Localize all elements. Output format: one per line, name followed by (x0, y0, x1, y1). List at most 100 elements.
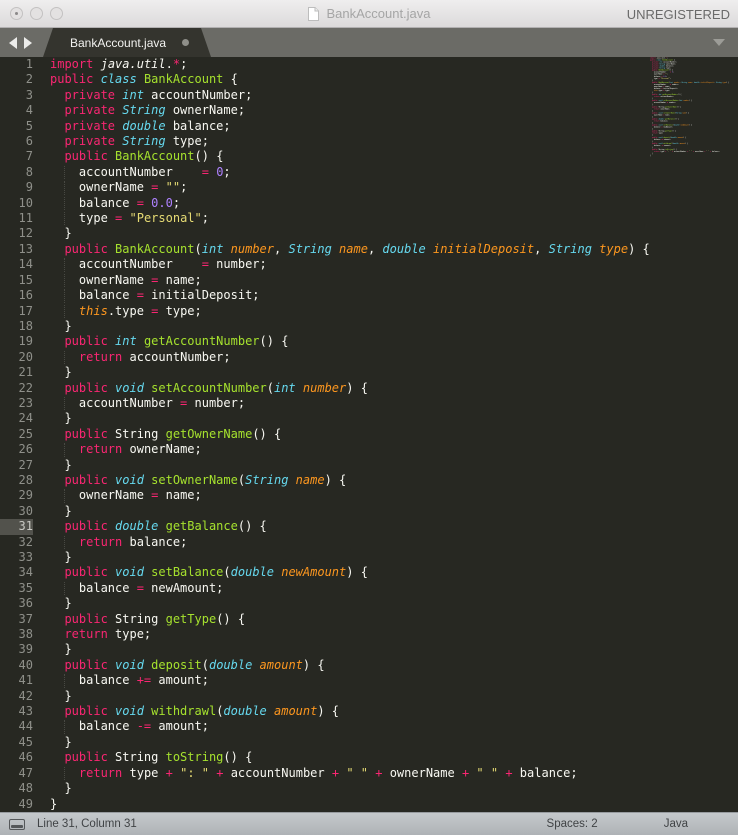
line-number[interactable]: 4 (0, 103, 33, 118)
code-line[interactable]: public void deposit(double amount) { (50, 658, 738, 673)
line-number[interactable]: 46 (0, 750, 33, 765)
code-line[interactable]: return type; (50, 627, 738, 642)
code-line[interactable]: } (50, 504, 738, 519)
line-number[interactable]: 45 (0, 735, 33, 750)
line-number[interactable]: 44 (0, 719, 33, 734)
code-line[interactable]: public void setAccountNumber(int number)… (50, 381, 738, 396)
minimap[interactable]: import java.util.*; public class BankAcco… (650, 57, 738, 812)
line-number[interactable]: 7 (0, 149, 33, 164)
code-line[interactable]: public String getOwnerName() { (50, 427, 738, 442)
line-number[interactable]: 49 (0, 797, 33, 812)
code-line[interactable]: this.type = type; (50, 304, 738, 319)
code-line[interactable]: accountNumber = number; (50, 257, 738, 272)
code-line[interactable]: public void setBalance(double newAmount)… (50, 565, 738, 580)
line-number[interactable]: 30 (0, 504, 33, 519)
back-arrow-icon[interactable] (9, 36, 17, 49)
tab-list-dropdown-icon[interactable] (713, 39, 725, 46)
line-number[interactable]: 41 (0, 673, 33, 688)
zoom-button[interactable] (50, 7, 63, 20)
code-line[interactable]: } (50, 689, 738, 704)
code-line[interactable]: import java.util.*; (50, 57, 738, 72)
code-line[interactable]: balance = initialDeposit; (50, 288, 738, 303)
close-button[interactable] (10, 7, 23, 20)
code-line[interactable]: public int getAccountNumber() { (50, 334, 738, 349)
line-number[interactable]: 14 (0, 257, 33, 272)
line-number[interactable]: 28 (0, 473, 33, 488)
line-number[interactable]: 43 (0, 704, 33, 719)
code-line[interactable]: } (50, 411, 738, 426)
line-number[interactable]: 25 (0, 427, 33, 442)
code-view[interactable]: import java.util.*; public class BankAcco… (42, 57, 738, 812)
line-number[interactable]: 47 (0, 766, 33, 781)
line-number[interactable]: 15 (0, 273, 33, 288)
line-number[interactable]: 5 (0, 119, 33, 134)
line-number[interactable]: 40 (0, 658, 33, 673)
line-number[interactable]: 6 (0, 134, 33, 149)
code-line[interactable]: return type + ": " + accountNumber + " "… (50, 766, 738, 781)
line-number[interactable]: 31 (0, 519, 33, 535)
line-number[interactable]: 3 (0, 88, 33, 103)
line-number[interactable]: 13 (0, 242, 33, 257)
code-line[interactable]: ownerName = ""; (50, 180, 738, 195)
line-number[interactable]: 36 (0, 596, 33, 611)
line-number[interactable]: 29 (0, 488, 33, 503)
line-number[interactable]: 18 (0, 319, 33, 334)
line-number[interactable]: 39 (0, 642, 33, 657)
code-line[interactable]: private int accountNumber; (50, 88, 738, 103)
line-number[interactable]: 27 (0, 458, 33, 473)
code-line[interactable]: } (50, 226, 738, 241)
code-line[interactable]: private String type; (50, 134, 738, 149)
line-number[interactable]: 26 (0, 442, 33, 457)
line-number[interactable]: 9 (0, 180, 33, 195)
syntax-mode[interactable]: Java (664, 818, 688, 830)
line-number[interactable]: 2 (0, 72, 33, 87)
code-line[interactable]: } (50, 797, 738, 812)
code-line[interactable]: balance -= amount; (50, 719, 738, 734)
code-line[interactable]: balance = newAmount; (50, 581, 738, 596)
code-line[interactable]: public void withdrawl(double amount) { (50, 704, 738, 719)
code-line[interactable]: public void setOwnerName(String name) { (50, 473, 738, 488)
code-line[interactable]: } (50, 365, 738, 380)
code-line[interactable]: } (50, 781, 738, 796)
code-line[interactable]: } (50, 319, 738, 334)
code-line[interactable]: public String toString() { (50, 750, 738, 765)
line-number[interactable]: 16 (0, 288, 33, 303)
line-number[interactable]: 48 (0, 781, 33, 796)
code-line[interactable]: } (50, 596, 738, 611)
code-line[interactable]: private double balance; (50, 119, 738, 134)
panel-toggle-icon[interactable] (9, 818, 25, 830)
code-line[interactable]: public BankAccount(int number, String na… (50, 242, 738, 257)
line-number[interactable]: 1 (0, 57, 33, 72)
code-line[interactable]: public String getType() { (50, 612, 738, 627)
code-line[interactable]: ownerName = name; (50, 273, 738, 288)
minimize-button[interactable] (30, 7, 43, 20)
line-number[interactable]: 12 (0, 226, 33, 241)
code-line[interactable]: balance += amount; (50, 673, 738, 688)
code-line[interactable]: } (50, 550, 738, 565)
code-line[interactable]: accountNumber = 0; (50, 165, 738, 180)
line-number[interactable]: 20 (0, 350, 33, 365)
line-number[interactable]: 17 (0, 304, 33, 319)
code-line[interactable]: } (50, 458, 738, 473)
cursor-position[interactable]: Line 31, Column 31 (37, 818, 137, 830)
line-number[interactable]: 19 (0, 334, 33, 349)
line-number[interactable]: 37 (0, 612, 33, 627)
line-number[interactable]: 8 (0, 165, 33, 180)
code-line[interactable]: return balance; (50, 535, 738, 550)
line-number[interactable]: 42 (0, 689, 33, 704)
code-line[interactable]: } (50, 735, 738, 750)
line-number[interactable]: 35 (0, 581, 33, 596)
code-line[interactable]: type = "Personal"; (50, 211, 738, 226)
code-line[interactable]: } (50, 642, 738, 657)
line-number[interactable]: 21 (0, 365, 33, 380)
code-line[interactable]: public class BankAccount { (50, 72, 738, 87)
code-line[interactable]: ownerName = name; (50, 488, 738, 503)
forward-arrow-icon[interactable] (24, 36, 32, 49)
code-line[interactable]: public double getBalance() { (50, 519, 738, 534)
line-number[interactable]: 38 (0, 627, 33, 642)
line-number[interactable]: 11 (0, 211, 33, 226)
indentation-setting[interactable]: Spaces: 2 (547, 818, 598, 830)
tab-bankaccount-java[interactable]: BankAccount.java (43, 28, 211, 57)
code-line[interactable]: return ownerName; (50, 442, 738, 457)
line-number[interactable]: 33 (0, 550, 33, 565)
